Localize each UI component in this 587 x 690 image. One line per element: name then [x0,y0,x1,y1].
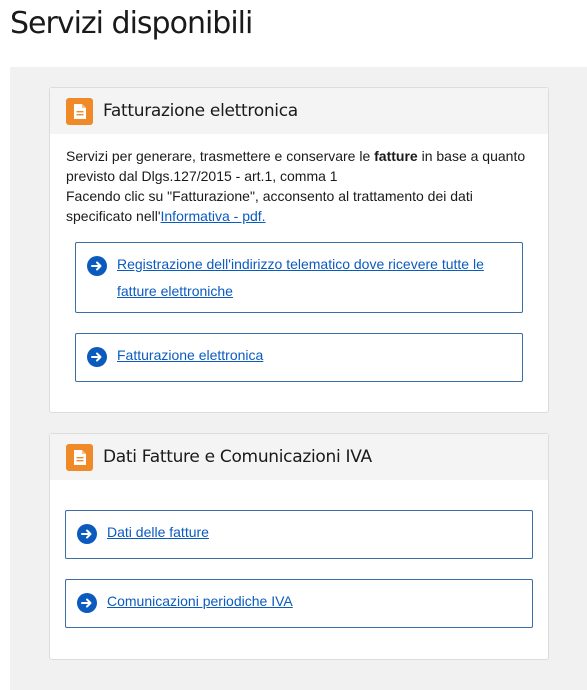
informativa-pdf-link[interactable]: Informativa - pdf. [161,208,266,224]
arrow-right-circle-icon [87,256,107,276]
comunicazioni-periodiche-iva-link-box[interactable]: Comunicazioni periodiche IVA [65,579,533,628]
comunicazioni-periodiche-iva-link[interactable]: Comunicazioni periodiche IVA [107,588,293,615]
card-title: Dati Fatture e Comunicazioni IVA [103,447,372,467]
card-fatturazione-elettronica: Fatturazione elettronica Servizi per gen… [49,87,549,413]
registrazione-indirizzo-link[interactable]: Registrazione dell'indirizzo telematico … [117,251,517,305]
arrow-right-circle-icon [77,593,97,613]
registrazione-indirizzo-link-box[interactable]: Registrazione dell'indirizzo telematico … [75,242,523,313]
document-icon [66,97,93,125]
card-description: Servizi per generare, trasmettere e cons… [66,146,526,226]
card-header: Fatturazione elettronica [50,88,548,134]
fatturazione-elettronica-link-box[interactable]: Fatturazione elettronica [75,333,523,382]
document-icon [66,443,93,471]
arrow-right-circle-icon [77,524,97,544]
fatturazione-elettronica-link[interactable]: Fatturazione elettronica [117,342,263,369]
description-text: Servizi per generare, trasmettere e cons… [66,148,375,164]
arrow-right-circle-icon [87,347,107,367]
card-title: Fatturazione elettronica [103,101,298,121]
card-dati-fatture-iva: Dati Fatture e Comunicazioni IVA Dati de… [49,433,549,660]
description-bold: fatture [374,148,418,164]
dati-delle-fatture-link-box[interactable]: Dati delle fatture [65,510,533,559]
dati-delle-fatture-link[interactable]: Dati delle fatture [107,519,209,546]
page-title: Servizi disponibili [10,6,253,41]
consent-text: Facendo clic su "Fatturazione", acconsen… [66,188,473,224]
card-header: Dati Fatture e Comunicazioni IVA [50,434,548,480]
